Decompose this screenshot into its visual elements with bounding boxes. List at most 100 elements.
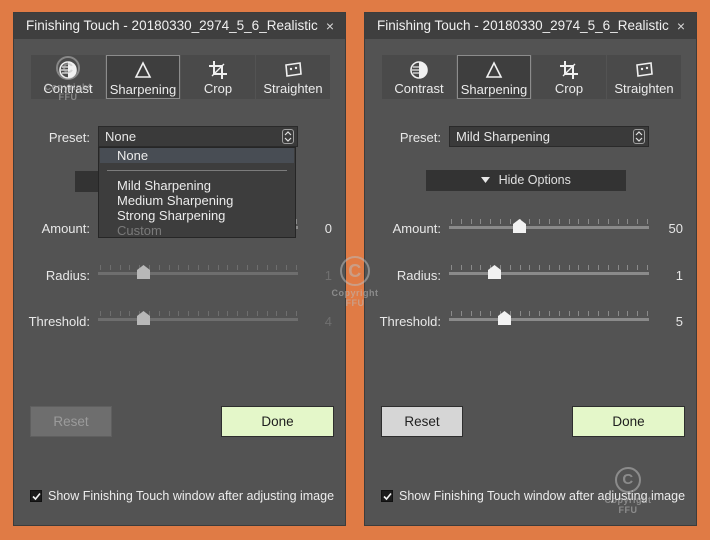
threshold-slider[interactable] (449, 310, 649, 330)
preset-select[interactable]: Mild Sharpening (449, 126, 649, 147)
triangle-icon (107, 59, 179, 83)
slider-tick (588, 311, 589, 316)
slider-tick (569, 265, 570, 270)
preset-option-none[interactable]: None (100, 148, 294, 163)
slider-tick (218, 311, 219, 316)
slider-tick (618, 265, 619, 270)
slider-track (98, 318, 298, 321)
slider-tick (129, 311, 130, 316)
slider-tick (500, 219, 501, 224)
tab-straighten[interactable]: Straighten (256, 55, 330, 99)
threshold-value: 5 (675, 314, 683, 329)
slider-tick (159, 265, 160, 270)
slider-tick (451, 311, 452, 316)
preset-select[interactable]: None (98, 126, 298, 147)
slider-tick (618, 219, 619, 224)
radius-slider[interactable] (449, 264, 649, 284)
tab-sharpening[interactable]: Sharpening (457, 55, 531, 99)
copyright-watermark: C Copyright FFU (325, 256, 385, 308)
slider-tick (598, 265, 599, 270)
slider-thumb[interactable] (137, 311, 150, 325)
slider-tick (169, 265, 170, 270)
slider-tick (100, 311, 101, 316)
copyright-watermark: C Copyright FFU (38, 56, 98, 102)
slider-tick (647, 265, 648, 270)
preset-option-custom: Custom (117, 223, 162, 238)
slider-tick (267, 265, 268, 270)
slider-thumb[interactable] (488, 265, 501, 279)
reset-button[interactable]: Reset (381, 406, 463, 437)
tab-sharpening-label: Sharpening (109, 82, 177, 97)
reset-button[interactable]: Reset (30, 406, 112, 437)
show-window-checkbox[interactable] (30, 490, 42, 502)
preset-option-mild[interactable]: Mild Sharpening (117, 178, 211, 193)
slider-tick (451, 219, 452, 224)
slider-track (449, 272, 649, 275)
slider-tick (480, 265, 481, 270)
slider-track (449, 226, 649, 229)
slider-tick (100, 265, 101, 270)
slider-tick (529, 265, 530, 270)
done-button[interactable]: Done (572, 406, 685, 437)
slider-thumb[interactable] (513, 219, 526, 233)
threshold-slider[interactable] (98, 310, 298, 330)
tab-contrast-label: Contrast (394, 81, 444, 96)
preset-option-medium[interactable]: Medium Sharpening (117, 193, 233, 208)
slider-tick (461, 219, 462, 224)
slider-tick (490, 311, 491, 316)
slider-tick (618, 311, 619, 316)
slider-thumb[interactable] (498, 311, 511, 325)
tab-crop[interactable]: Crop (181, 55, 255, 99)
slider-tick (257, 311, 258, 316)
tab-straighten[interactable]: Straighten (607, 55, 681, 99)
dropdown-separator (107, 170, 287, 171)
slider-tick (608, 219, 609, 224)
tab-straighten-label: Straighten (263, 81, 323, 96)
slider-thumb[interactable] (137, 265, 150, 279)
slider-tick (578, 219, 579, 224)
slider-tick (549, 219, 550, 224)
straighten-icon (256, 58, 330, 82)
slider-tick (218, 265, 219, 270)
slider-tick (549, 265, 550, 270)
slider-tick (647, 311, 648, 316)
close-icon[interactable]: × (322, 13, 338, 39)
slider-tick (169, 311, 170, 316)
triangle-icon (458, 59, 530, 83)
slider-tick (569, 311, 570, 316)
slider-track (98, 272, 298, 275)
crop-icon (532, 58, 606, 82)
close-icon[interactable]: × (673, 13, 689, 39)
slider-tick (627, 265, 628, 270)
slider-tick (578, 265, 579, 270)
slider-tick (267, 311, 268, 316)
slider-tick (539, 265, 540, 270)
slider-tick (529, 219, 530, 224)
tab-crop-label: Crop (554, 81, 584, 96)
slider-tick (296, 219, 297, 224)
slider-tick (208, 311, 209, 316)
slider-tick (296, 265, 297, 270)
amount-value: 0 (324, 221, 332, 236)
straighten-icon (607, 58, 681, 82)
slider-tick (480, 219, 481, 224)
radius-slider[interactable] (98, 264, 298, 284)
slider-tick (178, 311, 179, 316)
show-window-checkbox[interactable] (381, 490, 393, 502)
preset-option-strong[interactable]: Strong Sharpening (117, 208, 225, 223)
slider-tick (598, 219, 599, 224)
slider-track (449, 318, 649, 321)
tab-contrast[interactable]: Contrast (382, 55, 456, 99)
slider-tick (471, 219, 472, 224)
amount-slider[interactable] (449, 218, 649, 238)
tab-sharpening[interactable]: Sharpening (106, 55, 180, 99)
tab-crop[interactable]: Crop (532, 55, 606, 99)
contrast-icon (382, 58, 456, 82)
slider-tick (276, 311, 277, 316)
done-button[interactable]: Done (221, 406, 334, 437)
slider-tick (276, 265, 277, 270)
slider-tick (608, 265, 609, 270)
crop-icon (181, 58, 255, 82)
slider-tick (286, 311, 287, 316)
hide-options-button[interactable]: Hide Options (426, 170, 626, 191)
